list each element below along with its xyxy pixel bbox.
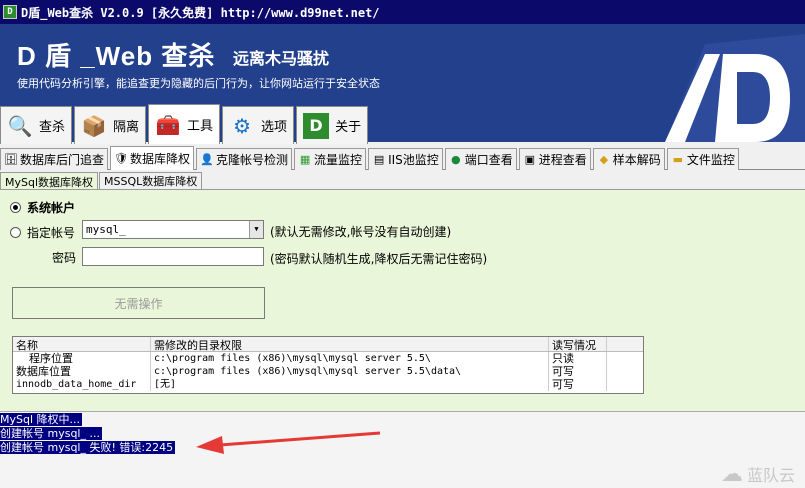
tab-label: 数据库降权 <box>130 152 191 166</box>
cloud-icon: ☁ <box>720 462 743 487</box>
table-row[interactable]: innodb_data_home_dir [无] 可写 <box>13 378 643 391</box>
account-combo[interactable]: mysql_ ▼ <box>82 220 264 239</box>
table-cell: innodb_data_home_dir <box>13 378 151 391</box>
folder-icon: ▬ <box>672 153 684 166</box>
tab-label: 查杀 <box>39 120 66 135</box>
table-row[interactable]: 程序位置 c:\program files (x86)\mysql\mysql … <box>13 352 643 365</box>
gear-icon: ⚙ <box>233 113 252 138</box>
permissions-table: 名称 需修改的目录权限 读写情况 程序位置 c:\program files (… <box>12 336 644 394</box>
toolbox-icon: 🧰 <box>155 112 181 137</box>
radio-label: 指定帐号 <box>27 226 76 240</box>
watermark-text: 蓝队云 <box>746 466 795 485</box>
radio-button[interactable] <box>10 227 21 238</box>
d-logo-icon: D <box>303 112 330 139</box>
app-icon: D <box>3 5 17 19</box>
tab-label: 工具 <box>187 119 214 134</box>
tab-label: IIS池监控 <box>388 153 439 167</box>
process-icon: ▣ <box>524 153 535 166</box>
radio-system-account[interactable]: 系统帐户 <box>10 199 75 216</box>
tab-label: 数据库后门追查 <box>20 153 105 167</box>
tab-iis-pool[interactable]: ▤ IIS池监控 <box>368 148 443 170</box>
radio-label: 系统帐户 <box>27 201 76 215</box>
tab-file-monitor[interactable]: ▬ 文件监控 <box>666 148 739 170</box>
window-title: D盾_Web查杀 V2.0.9 [永久免费] http://www.d99net… <box>21 5 380 20</box>
table-cell: 可写 <box>549 365 607 378</box>
column-header[interactable]: 名称 <box>13 337 151 351</box>
account-value: mysql_ <box>86 223 126 236</box>
tab-label: 流量监控 <box>314 153 363 167</box>
magnifier-icon: 🔍 <box>7 113 33 138</box>
log-output[interactable]: MySql 降权中... 创建帐号 mysql_ ... 创建帐号 mysql_… <box>0 411 805 488</box>
table-row[interactable]: 数据库位置 c:\program files (x86)\mysql\mysql… <box>13 365 643 378</box>
radio-specify-account[interactable]: 指定帐号 <box>10 224 75 241</box>
tab-ports[interactable]: ● 端口查看 <box>444 148 517 170</box>
tag-icon: ◆ <box>599 153 609 166</box>
globe-icon: ● <box>450 153 461 166</box>
password-hint: (密码默认随机生成,降权后无需记住密码) <box>270 252 488 266</box>
column-header[interactable]: 需修改的目录权限 <box>151 337 549 351</box>
tab-label: 文件监控 <box>686 153 735 167</box>
tab-db-downgrade[interactable]: 🛡 数据库降权 <box>110 146 195 170</box>
tab-label: 克隆帐号检测 <box>216 153 289 167</box>
tab-label: 端口查看 <box>464 153 513 167</box>
database-search-icon: 🗄 <box>4 153 18 166</box>
tab-mysql[interactable]: MySql数据库降权 <box>0 172 99 190</box>
column-header[interactable]: 读写情况 <box>549 337 607 351</box>
banner-slogan: 远离木马骚扰 <box>233 49 330 68</box>
d-logo-watermark-icon <box>665 34 805 142</box>
table-cell: 程序位置 <box>13 352 151 365</box>
tab-tools[interactable]: 🧰 工具 <box>148 104 221 144</box>
banner-title: D 盾 _Web 查杀 <box>17 41 216 71</box>
tab-options[interactable]: ⚙ 选项 <box>222 106 295 144</box>
db-tabs: MySql数据库降权 MSSQL数据库降权 <box>0 172 203 190</box>
app-window: { "window":{"title":"D盾_Web查杀 V2.0.9 [永久… <box>0 0 805 488</box>
action-button[interactable]: 无需操作 <box>12 287 265 319</box>
user-clone-icon: 👤 <box>200 153 214 166</box>
tab-about[interactable]: D 关于 <box>296 106 369 144</box>
mysql-panel: 系统帐户 指定帐号 mysql_ ▼ (默认无需修改,帐号没有自动创建) 密码 (… <box>0 189 805 411</box>
tab-mssql[interactable]: MSSQL数据库降权 <box>99 172 203 189</box>
red-arrow-annotation <box>196 431 381 454</box>
tab-label: 关于 <box>335 120 362 135</box>
box-icon: 📦 <box>81 113 107 138</box>
account-hint: (默认无需修改,帐号没有自动创建) <box>270 225 452 239</box>
tab-process[interactable]: ▣ 进程查看 <box>518 148 591 170</box>
password-label: 密码 <box>52 251 77 265</box>
server-icon: ▤ <box>373 153 385 166</box>
tab-db-backdoor[interactable]: 🗄 数据库后门追查 <box>0 148 109 170</box>
shield-check-icon: 🛡 <box>114 152 128 165</box>
tab-label: 选项 <box>261 120 288 135</box>
table-cell: c:\program files (x86)\mysql\mysql serve… <box>151 365 549 378</box>
table-header: 名称 需修改的目录权限 读写情况 <box>13 337 643 352</box>
watermark: ☁ 蓝队云 <box>721 464 797 486</box>
tool-tabs: 🗄 数据库后门追查 🛡 数据库降权 👤 克隆帐号检测 ▦ 流量监控 ▤ IIS池监控 ● 端… <box>0 146 805 170</box>
radio-button[interactable] <box>10 202 21 213</box>
tab-clone-account[interactable]: 👤 克隆帐号检测 <box>196 148 293 170</box>
main-tabs: 🔍 查杀 📦 隔离 🧰 工具 ⚙ 选项 D 关于 <box>0 104 370 144</box>
tab-label: 进程查看 <box>538 153 587 167</box>
tab-scan[interactable]: 🔍 查杀 <box>0 106 73 144</box>
chart-icon: ▦ <box>299 153 311 166</box>
password-field[interactable] <box>82 247 264 266</box>
table-cell: 可写 <box>549 378 607 391</box>
tab-quarantine[interactable]: 📦 隔离 <box>74 106 147 144</box>
table-cell: 数据库位置 <box>13 365 151 378</box>
tab-label: 样本解码 <box>612 153 661 167</box>
tab-sample-decode[interactable]: ◆ 样本解码 <box>592 148 665 170</box>
chevron-down-icon[interactable]: ▼ <box>249 221 263 238</box>
banner-description: 使用代码分析引擎，能追查更为隐藏的后门行为，让你网站运行于安全状态 <box>17 77 380 90</box>
table-cell: c:\program files (x86)\mysql\mysql serve… <box>151 352 549 365</box>
table-cell: 只读 <box>549 352 607 365</box>
tab-label: 隔离 <box>113 120 140 135</box>
title-bar: D D盾_Web查杀 V2.0.9 [永久免费] http://www.d99n… <box>0 0 805 24</box>
tab-traffic[interactable]: ▦ 流量监控 <box>294 148 367 170</box>
table-cell: [无] <box>151 378 549 391</box>
